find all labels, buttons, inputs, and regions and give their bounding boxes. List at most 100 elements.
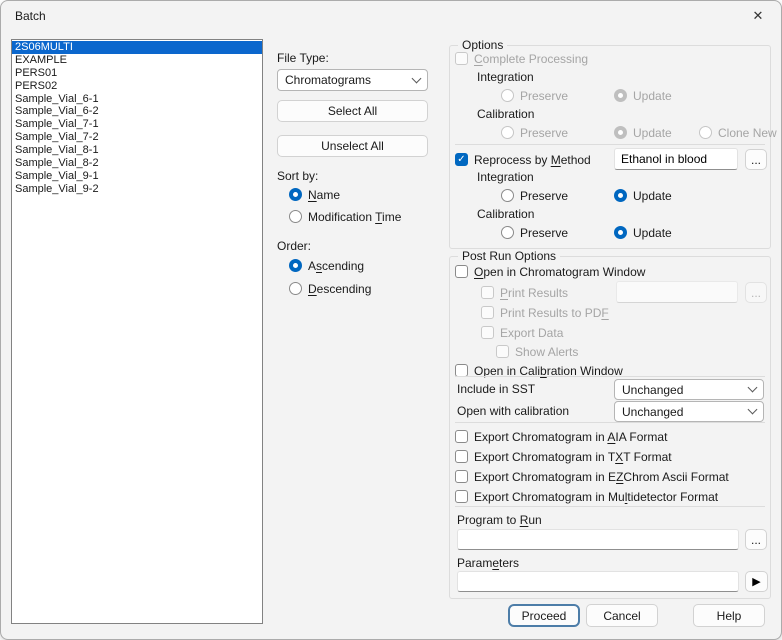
file-type-value: Chromatograms [285,73,372,87]
parameters-menu-button[interactable]: ▶ [745,571,768,592]
divider [455,144,765,145]
list-item[interactable]: Sample_Vial_8-1 [12,144,262,157]
program-to-run-field[interactable] [457,529,739,550]
export-data-checkbox: Export Data [481,325,563,340]
show-alerts-checkbox: Show Alerts [496,344,578,359]
checkbox-icon [455,470,468,483]
sort-name-radio[interactable]: Name [289,187,340,202]
export-data-label: Export Data [500,325,564,340]
proceed-button[interactable]: Proceed [508,604,580,627]
list-item[interactable]: Sample_Vial_7-2 [12,131,262,144]
reprocess-by-method-checkbox[interactable]: ✓ Reprocess by Method [455,152,591,167]
open-chromatogram-checkbox[interactable]: Open in Chromatogram Window [455,264,645,279]
order-descending-radio[interactable]: Descending [289,281,371,296]
rp-calibration-update-radio[interactable]: Update [614,225,672,240]
divider [455,506,765,507]
update-label: Update [633,225,672,240]
sort-name-label: Name [308,187,341,202]
divider [455,422,765,423]
preserve-label: Preserve [520,225,569,240]
radio-selected-icon [614,126,627,139]
close-icon[interactable]: ✕ [735,1,781,31]
include-sst-value: Unchanged [622,382,684,397]
program-to-run-label: Program to Run [457,513,542,527]
file-type-dropdown[interactable]: Chromatograms [277,69,428,91]
batch-dialog: Batch ✕ 2S06MULTI EXAMPLE PERS01 PERS02 Samp… [0,0,782,640]
print-style-browse-button: ... [745,282,767,303]
cp-integration-preserve-radio: Preserve [501,88,568,103]
radio-icon [699,126,712,139]
checkbox-icon [481,326,494,339]
include-sst-dropdown[interactable]: Unchanged [614,379,764,400]
checkbox-icon [455,450,468,463]
chevron-down-icon [747,404,758,415]
list-item[interactable]: Sample_Vial_7-1 [12,118,262,131]
open-with-calibration-dropdown[interactable]: Unchanged [614,401,764,422]
checkbox-icon [455,430,468,443]
select-all-button[interactable]: Select All [277,100,428,122]
clone-new-label: Clone New [718,125,777,140]
list-item[interactable]: Sample_Vial_6-1 [12,93,262,106]
preserve-label: Preserve [520,188,569,203]
radio-selected-icon [289,188,302,201]
print-style-field [616,281,738,303]
update-label: Update [633,125,672,140]
export-ezchrom-label: Export Chromatogram in EZChrom Ascii For… [474,469,729,484]
open-with-calibration-value: Unchanged [622,404,684,419]
order-ascending-radio[interactable]: Ascending [289,258,364,273]
print-results-pdf-label: Print Results to PDF [500,305,609,320]
file-list[interactable]: 2S06MULTI EXAMPLE PERS01 PERS02 Sample_Vial_… [11,39,263,624]
export-multidetector-checkbox[interactable]: Export Chromatogram in Multidetector For… [455,489,718,504]
checkbox-checked-icon: ✓ [455,153,468,166]
window-title: Batch [15,9,46,23]
complete-processing-checkbox: Complete Processing [455,51,588,66]
complete-processing-label: Complete Processing [474,51,589,66]
export-multidetector-label: Export Chromatogram in Multidetector For… [474,489,719,504]
method-browse-button[interactable]: ... [745,149,767,170]
checkbox-icon [455,52,468,65]
integration-label: Integration [477,170,534,184]
checkbox-icon [455,490,468,503]
list-item[interactable]: PERS02 [12,80,262,93]
options-group-label: Options [458,38,508,52]
radio-icon [501,226,514,239]
radio-icon [501,126,514,139]
chevron-down-icon [411,73,422,83]
checkbox-icon [481,286,494,299]
help-button[interactable]: Help [693,604,765,627]
list-item[interactable]: 2S06MULTI [12,41,262,54]
export-ezchrom-checkbox[interactable]: Export Chromatogram in EZChrom Ascii For… [455,469,729,484]
radio-icon [501,89,514,102]
list-item[interactable]: Sample_Vial_9-2 [12,183,262,196]
list-item[interactable]: EXAMPLE [12,54,262,67]
open-chromatogram-label: Open in Chromatogram Window [474,264,646,279]
program-browse-button[interactable]: ... [745,529,767,550]
list-item[interactable]: Sample_Vial_9-1 [12,170,262,183]
export-txt-checkbox[interactable]: Export Chromatogram in TXT Format [455,449,672,464]
method-field[interactable] [614,148,738,170]
checkbox-icon [455,265,468,278]
list-item[interactable]: Sample_Vial_6-2 [12,105,262,118]
print-results-pdf-checkbox: Print Results to PDF [481,305,609,320]
sort-mtime-radio[interactable]: Modification Time [289,209,401,224]
rp-calibration-preserve-radio[interactable]: Preserve [501,225,568,240]
list-item[interactable]: PERS01 [12,67,262,80]
cancel-button[interactable]: Cancel [586,604,658,627]
open-with-calibration-label: Open with calibration [457,404,570,418]
export-txt-label: Export Chromatogram in TXT Format [474,449,672,464]
list-item[interactable]: Sample_Vial_8-2 [12,157,262,170]
include-sst-label: Include in SST [457,382,536,396]
cp-integration-update-radio: Update [614,88,672,103]
radio-icon [501,189,514,202]
calibration-label: Calibration [477,207,535,221]
show-alerts-label: Show Alerts [515,344,579,359]
preserve-label: Preserve [520,125,569,140]
unselect-all-button[interactable]: Unselect All [277,135,428,157]
rp-integration-update-radio[interactable]: Update [614,188,672,203]
export-aia-checkbox[interactable]: Export Chromatogram in AIA Format [455,429,667,444]
export-aia-label: Export Chromatogram in AIA Format [474,429,668,444]
parameters-field[interactable] [457,571,739,592]
order-ascending-label: Ascending [308,258,365,273]
rp-integration-preserve-radio[interactable]: Preserve [501,188,568,203]
titlebar: Batch ✕ [1,1,781,31]
